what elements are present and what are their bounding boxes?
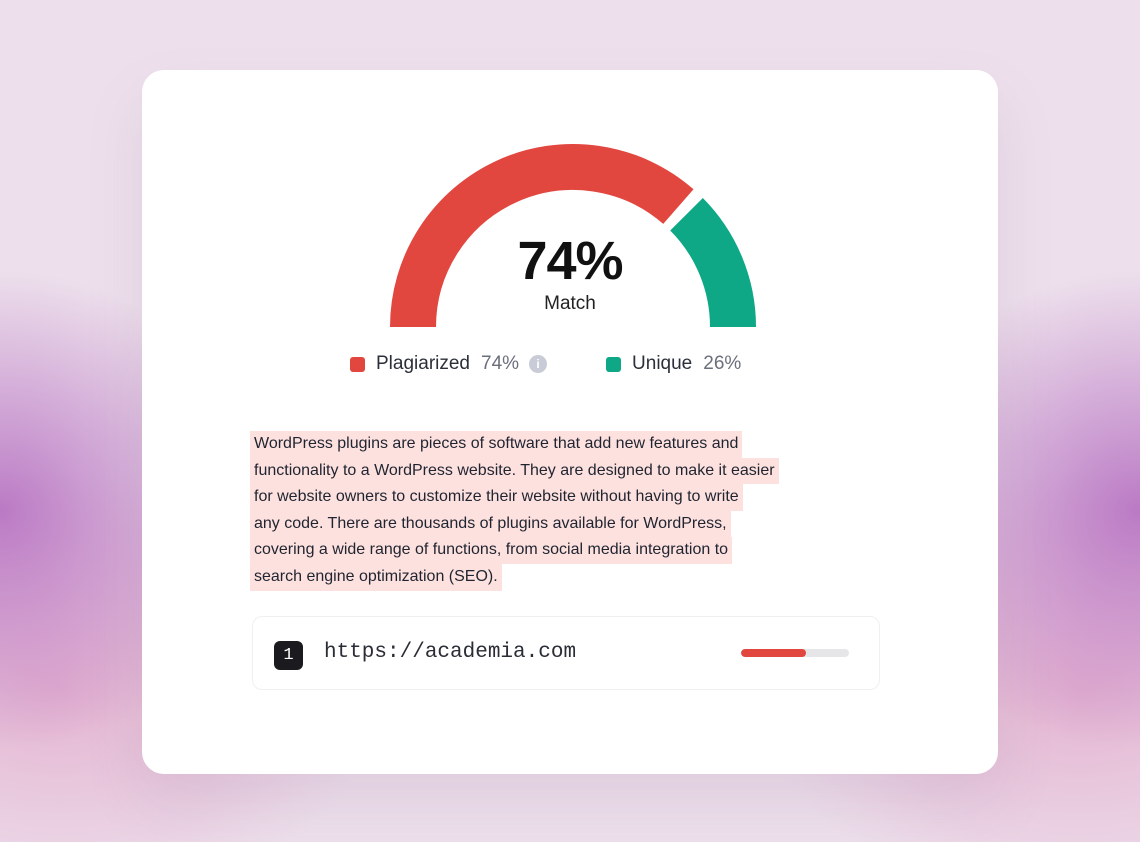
info-icon[interactable]: i bbox=[529, 355, 548, 373]
legend-label-unique: Unique bbox=[632, 353, 693, 374]
legend-swatch-plagiarized bbox=[350, 356, 365, 372]
match-percentage: 74% bbox=[517, 231, 623, 291]
legend-percent-unique: 26% bbox=[703, 353, 742, 374]
source-url[interactable]: https://academia.com bbox=[324, 641, 576, 664]
source-row[interactable]: 1 https://academia.com bbox=[252, 616, 880, 690]
legend-item-plagiarized: Plagiarized 74% i bbox=[350, 353, 548, 375]
highlighted-text-line: WordPress plugins are pieces of software… bbox=[250, 431, 743, 458]
plagiarism-result-card: 74% Match Plagiarized 74% i Unique 26% W… bbox=[142, 70, 998, 774]
source-rank-badge: 1 bbox=[274, 641, 303, 670]
match-caption: Match bbox=[544, 293, 596, 314]
gauge-legend: Plagiarized 74% i Unique 26% bbox=[350, 352, 741, 376]
highlighted-text-line: for website owners to customize their we… bbox=[250, 484, 743, 511]
highlighted-text-line: covering a wide range of functions, from… bbox=[250, 537, 733, 564]
highlighted-text-line: functionality to a WordPress website. Th… bbox=[250, 457, 779, 485]
legend-swatch-unique bbox=[606, 356, 622, 372]
source-match-bar-fill bbox=[741, 649, 806, 657]
legend-item-unique: Unique 26% bbox=[606, 353, 741, 375]
legend-label-plagiarized: Plagiarized bbox=[376, 353, 470, 374]
highlighted-text-line: search engine optimization (SEO). bbox=[250, 563, 502, 591]
legend-percent-plagiarized: 74% bbox=[481, 353, 520, 374]
source-match-bar bbox=[741, 649, 849, 657]
checked-text: WordPress plugins are pieces of software… bbox=[250, 431, 880, 591]
highlighted-text-line: any code. There are thousands of plugins… bbox=[250, 510, 731, 538]
